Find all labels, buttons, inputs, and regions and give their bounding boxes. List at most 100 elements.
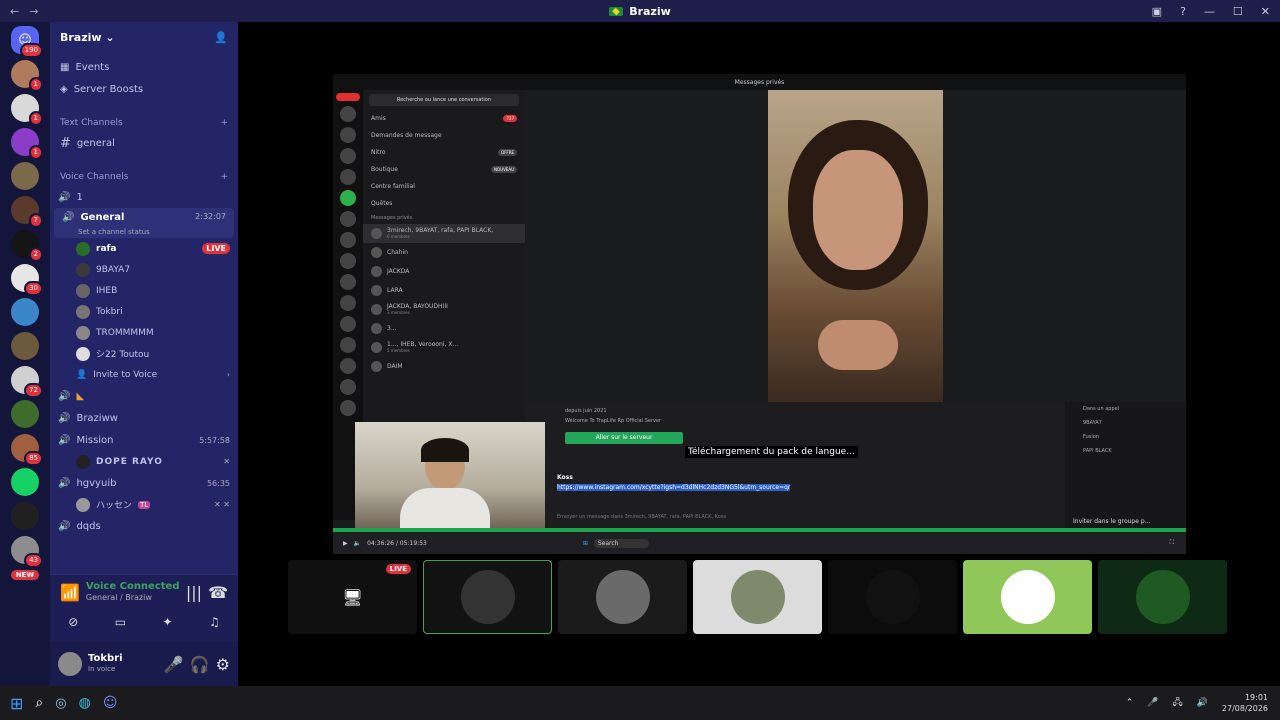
server-icon[interactable]: 1 — [11, 94, 43, 126]
home-button[interactable]: ☺ 190 — [11, 26, 43, 58]
headset-icon[interactable]: 🎧 — [190, 655, 210, 674]
windows-start-icon[interactable]: ⊞ — [10, 694, 23, 713]
stream-video[interactable]: Messages privés Recherche ou lance une c… — [333, 74, 1186, 554]
participant-tile[interactable] — [423, 560, 552, 634]
speaker-icon: 🔊 — [58, 412, 71, 424]
inner-member-item: 9BAYA7 — [1083, 420, 1102, 426]
server-icon[interactable]: 72 — [11, 366, 43, 398]
server-icon[interactable]: 2 — [11, 230, 43, 262]
participant-tile[interactable] — [963, 560, 1092, 634]
maximize-icon[interactable]: ☐ — [1233, 5, 1243, 18]
voice-status[interactable]: Voice Connected — [86, 581, 180, 592]
server-badge: 1 — [28, 111, 43, 126]
voice-user[interactable]: DOPE RAYO ✕ — [50, 451, 238, 472]
voice-user[interactable]: シ22 Toutou — [50, 343, 238, 364]
network-icon[interactable]: 🖧 — [1173, 695, 1183, 711]
voice-channel-hgvyuib[interactable]: 🔊 hgvyuib 56:35 — [50, 472, 238, 494]
participant-tile[interactable] — [693, 560, 822, 634]
inner-menu-label: Centre familial — [371, 183, 415, 190]
channel-general[interactable]: # general — [50, 132, 238, 154]
server-icon[interactable] — [11, 298, 39, 326]
steam-icon[interactable]: ◎ — [55, 696, 66, 711]
volume-tray-icon[interactable]: 🔊 — [1197, 698, 1208, 708]
user-panel: Tokbri In voice 🎤 🎧 ⚙ — [50, 642, 238, 686]
inner-dm-item: DAIM — [363, 357, 525, 376]
help-icon[interactable]: ? — [1180, 5, 1186, 18]
activity-icon[interactable]: ✦ — [163, 615, 173, 629]
channel-status[interactable]: Set a channel status — [62, 228, 226, 236]
user-name: TROMMMMM — [96, 327, 154, 338]
voice-channel-pizza[interactable]: 🔊 ◣ — [50, 385, 238, 407]
voice-channel-general[interactable]: 🔊 General 2:32:07 Set a channel status — [54, 208, 234, 238]
voice-channel-1[interactable]: 🔊 1 — [50, 186, 238, 208]
play-icon[interactable]: ▶ — [343, 540, 348, 547]
plus-icon[interactable]: + — [220, 172, 228, 182]
server-badge: 43 — [24, 553, 43, 568]
plus-icon[interactable]: + — [220, 118, 228, 128]
guild-header[interactable]: Braziw ⌄ 👤 — [50, 22, 238, 52]
chat-link: https://www.instagram.com/xcytte?igsh=d3… — [557, 484, 791, 491]
inner-dm-item: 3mirech, 9BAYAT, rafa, PAPI BLACK, 6 memb… — [363, 224, 525, 243]
edge-icon[interactable]: ◍ — [79, 695, 91, 711]
voice-user[interactable]: rafa LIVE — [50, 238, 238, 259]
server-icon[interactable]: 85 — [11, 434, 43, 466]
microphone-icon[interactable]: 🎤 — [164, 655, 184, 674]
server-icon[interactable]: 7 — [11, 196, 43, 228]
voice-user[interactable]: 9BAYA7 — [50, 259, 238, 280]
voice-user[interactable]: ハッセン TL ✕ ✕ — [50, 494, 238, 515]
search-icon[interactable]: ⌕ — [35, 695, 43, 711]
voice-location[interactable]: General / Braziw — [86, 592, 180, 603]
clock[interactable]: 19:01 27/08/2026 — [1222, 692, 1268, 714]
voice-user[interactable]: TROMMMMM — [50, 322, 238, 343]
disconnect-icon[interactable]: ☎ — [208, 583, 228, 602]
close-icon[interactable]: ✕ — [1261, 5, 1270, 18]
inbox-icon[interactable]: ▣ — [1152, 5, 1162, 18]
events-item[interactable]: ▦ Events — [50, 56, 238, 78]
inner-dm-item: JACKDA, BAYOUDHIII 3 membres — [363, 300, 525, 319]
server-icon[interactable] — [11, 332, 39, 360]
voice-channel-braziww[interactable]: 🔊 Braziww — [50, 407, 238, 429]
chevron-up-icon[interactable]: ⌃ — [1126, 698, 1134, 708]
boosts-item[interactable]: ◈ Server Boosts — [50, 78, 238, 100]
participant-tile[interactable] — [1098, 560, 1227, 634]
server-icon[interactable]: 43 — [11, 536, 43, 568]
server-flag-icon — [609, 6, 624, 16]
inner-dm-name: LARA — [387, 286, 403, 294]
inner-dm-name: 3... — [387, 324, 397, 332]
screen-share-icon[interactable]: ▭ — [115, 615, 126, 629]
voice-user[interactable]: Tokbri — [50, 301, 238, 322]
inner-member-item: PAPI BLACK — [1083, 448, 1112, 454]
user-name: ハッセン — [96, 501, 133, 511]
discord-taskbar-icon[interactable]: ☺ — [103, 695, 118, 711]
soundboard-icon[interactable]: ♫ — [209, 615, 220, 629]
server-icon[interactable]: 30 — [11, 264, 43, 296]
avatar — [595, 570, 650, 624]
camera-off-icon[interactable]: ⊘ — [68, 615, 78, 629]
server-icon[interactable]: 1 — [11, 60, 43, 92]
voice-user[interactable]: IHEB — [50, 280, 238, 301]
user-panel-name: Tokbri — [88, 653, 123, 664]
server-icon[interactable] — [11, 400, 39, 428]
fullscreen-icon[interactable]: ⛶ — [1170, 539, 1174, 547]
server-icon[interactable] — [11, 162, 39, 190]
mic-tray-icon[interactable]: 🎤 — [1147, 698, 1158, 708]
server-icon[interactable]: 1 — [11, 128, 43, 160]
voice-channel-dqds[interactable]: 🔊 dqds — [50, 515, 238, 537]
text-category[interactable]: Text Channels + — [50, 114, 238, 132]
avatar — [1000, 570, 1055, 624]
add-member-icon[interactable]: 👤 — [214, 31, 228, 44]
server-badge: 72 — [24, 383, 43, 398]
participant-tile[interactable] — [558, 560, 687, 634]
participant-tile[interactable] — [828, 560, 957, 634]
participant-tile[interactable]: 🖥 LIVE — [288, 560, 417, 634]
volume-icon[interactable]: 🔈 — [354, 540, 361, 547]
voice-channel-mission[interactable]: 🔊 Mission 5:57:58 — [50, 429, 238, 451]
noise-icon[interactable]: ||| — [186, 583, 202, 602]
avatar[interactable] — [58, 652, 82, 676]
gear-icon[interactable]: ⚙ — [216, 655, 230, 674]
invite-to-voice[interactable]: 👤 Invite to Voice › — [50, 364, 238, 385]
server-icon[interactable] — [11, 468, 39, 496]
minimize-icon[interactable]: — — [1204, 5, 1215, 18]
voice-category[interactable]: Voice Channels + — [50, 168, 238, 186]
server-icon[interactable] — [11, 502, 39, 530]
